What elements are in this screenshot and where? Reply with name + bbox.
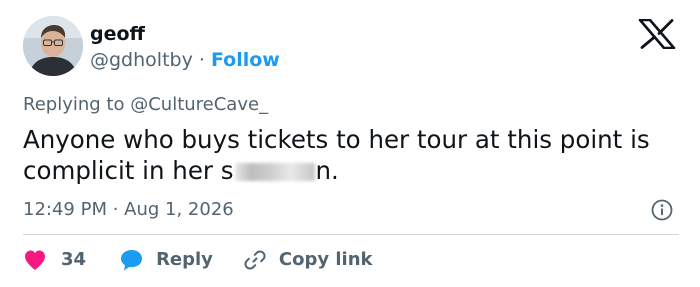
info-icon[interactable] [650,198,674,222]
reply-label: Reply [156,249,213,270]
avatar[interactable] [23,16,83,76]
replying-to-line: Replying to @CultureCave_ [23,93,268,117]
tweet-timestamp[interactable]: 12:49 PM · Aug 1, 2026 [23,199,234,221]
reply-button[interactable]: Reply [119,248,213,272]
divider [23,234,679,235]
like-count: 34 [61,249,87,270]
reply-mention-link[interactable]: @CultureCave_ [130,94,268,115]
link-icon [244,250,266,270]
copy-link-label: Copy link [278,249,373,270]
copy-link-button[interactable]: Copy link [243,248,373,272]
tweet-text: Anyone who buys tickets to her tour at t… [23,124,683,186]
author-handle-row: @gdholtby · Follow [90,48,280,72]
like-button[interactable]: 34 [23,248,86,272]
x-logo-icon[interactable] [638,19,676,49]
author-name[interactable]: geoff [90,22,145,46]
redacted-word [234,163,315,181]
action-bar: 34 Reply Copy link [23,248,373,272]
author-handle[interactable]: @gdholtby [90,49,193,71]
heart-icon [25,250,45,270]
avatar-photo [23,16,83,76]
tweet-text-after: n. [315,156,339,185]
separator-dot: · [198,49,205,71]
follow-button[interactable]: Follow [211,49,280,71]
replying-to-prefix: Replying to [23,94,125,115]
reply-bubble-icon [121,250,143,271]
